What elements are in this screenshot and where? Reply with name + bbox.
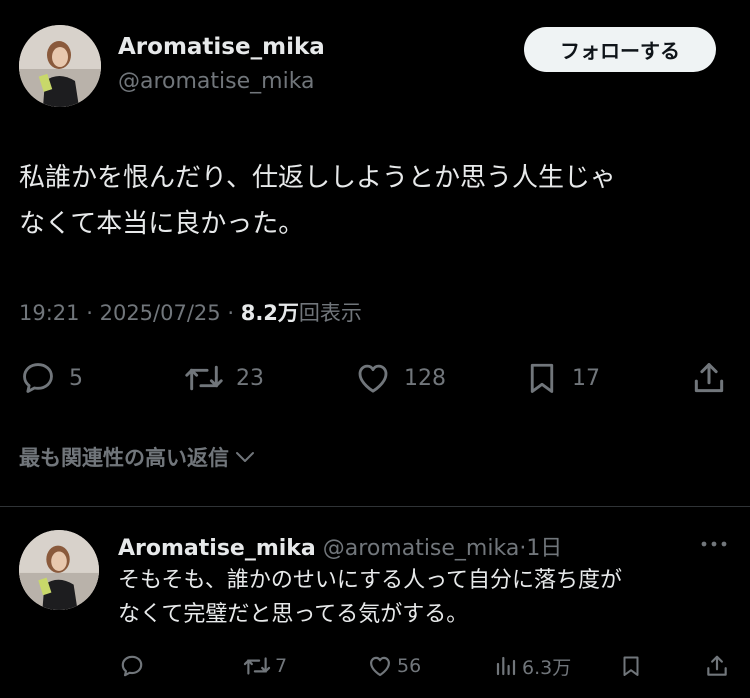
reply-author-name[interactable]: Aromatise_mika <box>118 536 316 561</box>
reply-views-button[interactable]: 6.3万 <box>494 651 571 681</box>
views-count[interactable]: 8.2万 <box>241 301 299 325</box>
speech-bubble-icon <box>23 363 53 393</box>
reply-share-button[interactable] <box>704 651 730 681</box>
tweet-meta: 19:21 · 2025/07/25 · 8.2万回表示 <box>19 297 362 327</box>
reply-like-button[interactable]: 56 <box>367 651 421 681</box>
reply-author-avatar[interactable] <box>19 530 99 610</box>
share-upload-icon <box>707 655 727 676</box>
reply-repost-count: 7 <box>275 655 288 677</box>
repost-arrows-icon <box>185 365 223 391</box>
heart-icon <box>358 364 388 393</box>
heart-icon <box>370 656 390 677</box>
tweet-text: 私誰かを恨んだり、仕返ししようとか思う人生じゃ なくて本当に良かった。 <box>19 155 731 247</box>
reply-count: 5 <box>69 365 83 391</box>
share-button[interactable] <box>690 357 728 399</box>
author-display-name[interactable]: Aromatise_mika <box>118 34 325 60</box>
bar-chart-icon <box>496 656 516 676</box>
meta-separator: · <box>227 301 235 325</box>
reply-views-count: 6.3万 <box>522 656 572 679</box>
like-button[interactable]: 128 <box>354 357 446 399</box>
bookmark-count: 17 <box>572 365 600 391</box>
section-divider <box>0 506 750 507</box>
reply-reply-button[interactable] <box>119 651 149 681</box>
more-options-button[interactable] <box>697 534 731 554</box>
reply-button[interactable]: 5 <box>19 357 83 399</box>
reply-text: そもそも、誰かのせいにする人って自分に落ち度が なくて完璧だと思ってる気がする。 <box>118 564 738 632</box>
repost-arrows-icon <box>243 657 271 675</box>
author-handle[interactable]: @aromatise_mika <box>118 69 315 94</box>
views-label: 回表示 <box>298 301 362 325</box>
ellipsis-icon <box>701 541 727 547</box>
avatar-photo <box>19 530 99 610</box>
author-avatar[interactable] <box>19 25 101 107</box>
repost-button[interactable]: 23 <box>184 357 264 399</box>
replies-sort-dropdown[interactable]: 最も関連性の高い返信 <box>19 442 257 472</box>
reply-like-count: 56 <box>397 655 422 677</box>
reply-header: Aromatise_mika @aromatise_mika·1日 <box>118 530 562 562</box>
like-count: 128 <box>404 365 446 391</box>
bookmark-icon <box>623 656 639 676</box>
bookmark-button[interactable]: 17 <box>524 357 600 399</box>
speech-bubble-icon <box>121 655 143 677</box>
repost-count: 23 <box>236 365 264 391</box>
tweet-time[interactable]: 19:21 <box>19 301 80 325</box>
tweet-date[interactable]: 2025/07/25 <box>100 301 221 325</box>
reply-author-handle[interactable]: @aromatise_mika <box>323 536 520 561</box>
avatar-photo <box>19 25 101 107</box>
reply-repost-button[interactable]: 7 <box>243 651 287 681</box>
reply-bookmark-button[interactable] <box>619 651 643 681</box>
replies-sort-label: 最も関連性の高い返信 <box>19 446 229 470</box>
follow-button[interactable]: フォローする <box>524 27 716 72</box>
share-upload-icon <box>694 363 724 393</box>
bookmark-icon <box>530 363 554 393</box>
tweet-text-line: 私誰かを恨んだり、仕返ししようとか思う人生じゃ <box>19 163 616 193</box>
reply-age[interactable]: 1日 <box>526 536 562 561</box>
meta-separator: · <box>86 301 93 325</box>
reply-text-line: なくて完璧だと思ってる気がする。 <box>118 602 469 627</box>
chevron-down-icon <box>236 452 254 462</box>
reply-text-line: そもそも、誰かのせいにする人って自分に落ち度が <box>118 568 623 593</box>
tweet-text-line: なくて本当に良かった。 <box>19 209 305 239</box>
